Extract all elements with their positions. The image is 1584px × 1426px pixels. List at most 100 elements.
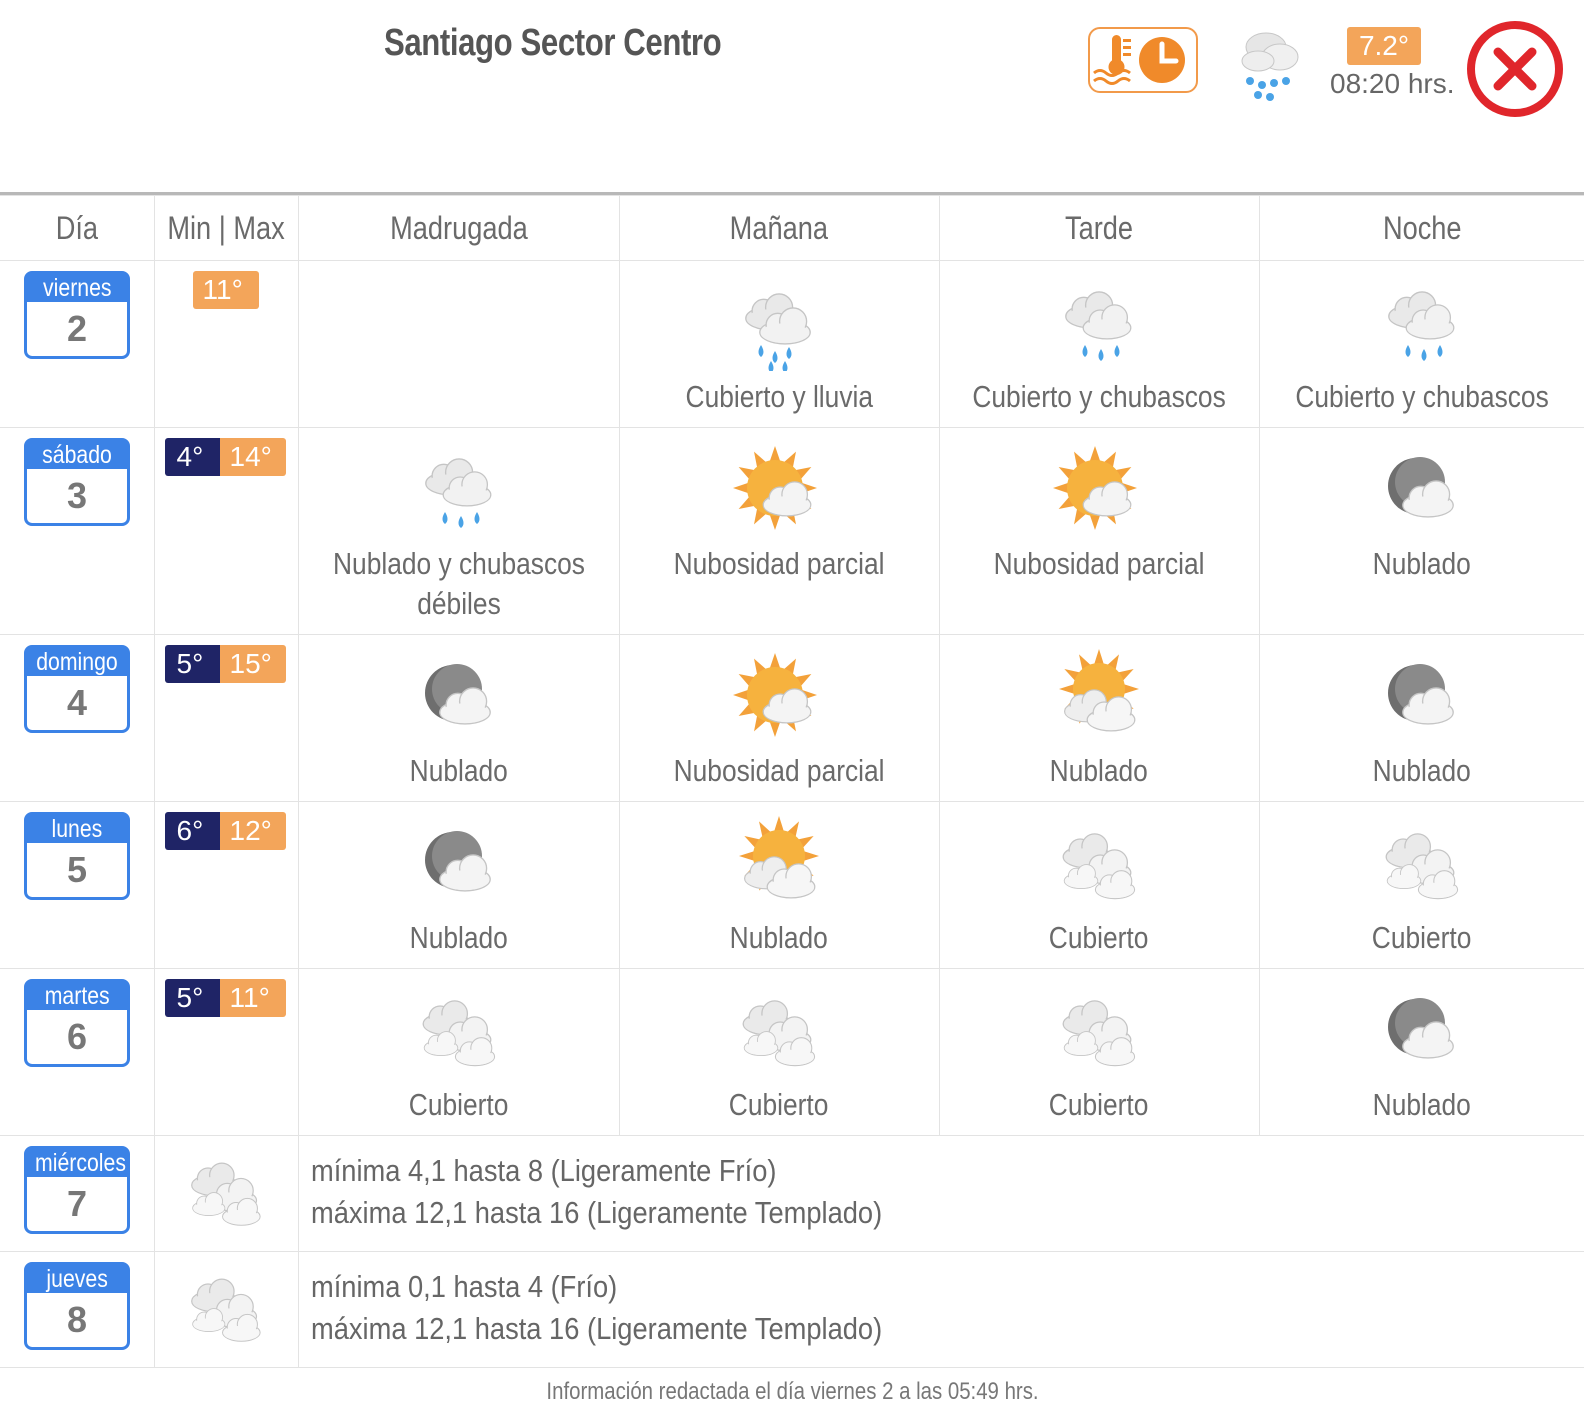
day-of-week: jueves [46,1265,108,1293]
extended-text-cell: mínima 4,1 hasta 8 (Ligeramente Frío) má… [297,1135,1584,1252]
day-of-week: sábado [42,441,112,469]
period-cell: Nublado [297,801,620,969]
day-number: 6 [66,1016,88,1057]
rain-cloud-icon [1241,32,1299,101]
extended-text-cell: mínima 0,1 hasta 4 (Frío) máxima 12,1 ha… [297,1251,1584,1368]
showers-cloud-icon [424,458,491,528]
extended-max-text: máxima 12,1 hasta 16 (Ligeramente Templa… [310,1311,882,1346]
period-cell: Cubierto [297,968,620,1136]
footer-note: Información redactada el día viernes 2 a… [545,1378,1039,1405]
extended-icon-cell [153,1251,299,1368]
extended-icon-cell [153,1135,299,1252]
day-of-week: lunes [51,815,103,843]
period-description: Nubosidad parcial [673,546,885,581]
overcast-clouds-icon [1062,833,1136,900]
partly-sunny-icon [733,653,817,737]
temperature-range: 5° 15° [164,645,298,685]
forecast-row: lunes 5 6° 12° Nublado Nublado Cubierto … [0,801,1584,969]
day-cell: jueves 8 [0,1251,155,1368]
day-of-week: martes [44,982,110,1010]
period-description: Nublado [729,920,829,955]
period-cell: Nublado [618,801,940,969]
moon-cloud-icon [424,664,491,725]
period-cell: Cubierto y chubascos [938,260,1260,428]
calendar-badge: domingo 4 [24,645,130,733]
sun-clouds-icon [739,816,819,899]
calendar-badge: jueves 8 [24,1262,130,1350]
thermometer-clock-icon [1093,35,1185,85]
calendar-badge: martes 6 [24,979,130,1067]
extended-max-text: máxima 12,1 hasta 16 (Ligeramente Templa… [310,1195,882,1230]
min-temperature: 5° [164,979,220,1017]
max-temperature: 11° [192,271,259,309]
column-header-minmax: Min | Max [153,195,299,261]
period-description: Nublado [409,920,508,955]
period-cell: Nublado [1258,968,1584,1136]
calendar-badge: viernes 2 [24,271,130,359]
current-temperature: 7.2° [1347,27,1421,65]
day-cell: domingo 4 [0,634,155,802]
period-description: Nublado [1372,753,1471,788]
period-cell: Nublado [1258,634,1584,802]
day-number: 2 [66,308,88,349]
minmax-cell: 5° 15° [153,634,299,802]
day-cell: miércoles 7 [0,1135,155,1252]
minmax-cell: 11° [153,260,299,428]
overcast-clouds-icon [742,1000,816,1067]
period-description: Cubierto [729,1087,829,1122]
max-temperature: 15° [219,645,286,683]
close-icon[interactable] [1466,20,1564,118]
forecast-row: viernes 2 11° Cubierto y lluvia Cubierto … [0,260,1584,428]
calendar-badge: miércoles 7 [24,1146,130,1234]
period-cell: Nublado [938,634,1260,802]
overcast-clouds-icon [191,1162,261,1226]
column-header-noche: Noche [1258,195,1584,261]
period-description: Nubosidad parcial [673,753,885,788]
calendar-badge: sábado 3 [24,438,130,526]
max-temperature: 12° [219,812,286,850]
day-cell: lunes 5 [0,801,155,969]
moon-cloud-icon [424,831,491,892]
period-description: Nublado y chubascos débiles [332,546,585,621]
showers-cloud-icon [1387,291,1455,361]
period-cell: Nublado [297,634,620,802]
period-cell: Cubierto y lluvia [618,260,940,428]
temperature-history-button[interactable] [1088,27,1198,93]
column-header-tarde: Tarde [938,195,1260,261]
period-cell: Nubosidad parcial [618,634,940,802]
period-cell: Nubosidad parcial [618,427,940,635]
min-temperature: 5° [164,645,220,683]
overcast-clouds-icon [191,1278,261,1342]
column-header-manana: Mañana [618,195,940,261]
temperature-range: 11° [165,271,298,311]
period-description: Nublado [1372,546,1471,581]
forecast-row: sábado 3 4° 14° Nublado y chubascos débile… [0,427,1584,635]
period-description: Cubierto [1371,920,1472,955]
calendar-badge: lunes 5 [24,812,130,900]
moon-cloud-icon [1387,998,1454,1059]
period-description: Cubierto [1049,1087,1149,1122]
header: Santiago Sector Centro 7.2° 08:20 hrs. [0,0,1584,192]
partly-sunny-icon [733,446,817,530]
extended-forecast-row: jueves 8 mínima 0,1 hasta 4 (Frío) máxim… [0,1251,1584,1368]
day-number: 8 [66,1299,88,1340]
temperature-range: 4° 14° [164,438,298,478]
minmax-cell: 6° 12° [153,801,299,969]
partly-sunny-icon [1053,446,1137,530]
day-number: 7 [66,1183,88,1224]
forecast-row: martes 6 5° 11° Cubierto Cubierto Cubier… [0,968,1584,1136]
temperature-range: 6° 12° [164,812,298,852]
current-time: 08:20 hrs. [1330,68,1455,99]
period-description: Cubierto [408,1087,509,1122]
period-cell: Cubierto [938,968,1260,1136]
table-header-row: Día Min | Max Madrugada Mañana Tarde Noc… [0,195,1584,261]
day-cell: viernes 2 [0,260,155,428]
day-cell: sábado 3 [0,427,155,635]
max-temperature: 14° [219,438,286,476]
period-cell: Nubosidad parcial [938,427,1260,635]
temperature-range: 5° 11° [164,979,298,1019]
period-cell: Cubierto [938,801,1260,969]
period-description: Cubierto y chubascos [1295,379,1549,414]
column-header-dia: Día [0,195,155,261]
column-header-madrugada: Madrugada [297,195,620,261]
